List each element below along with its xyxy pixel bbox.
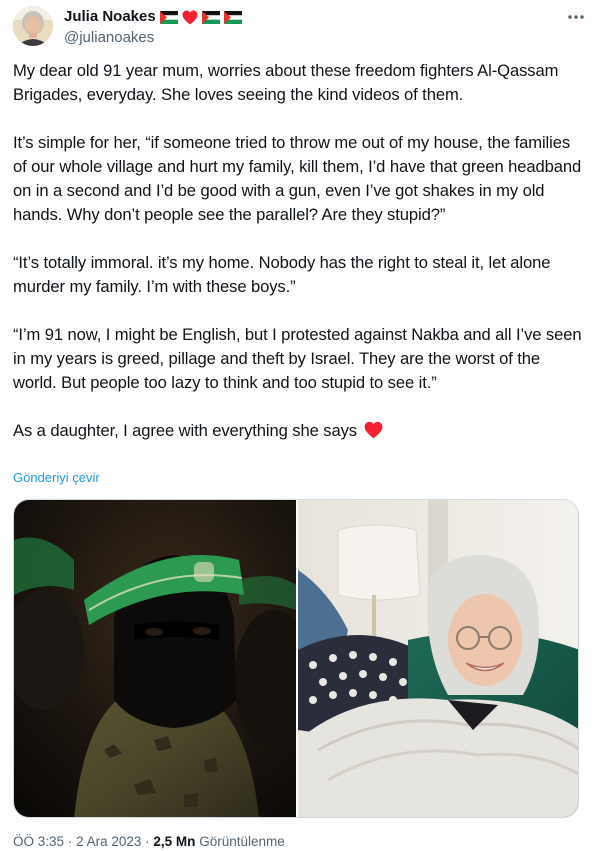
tweet-header: Julia Noakes @julianoakes	[13, 6, 593, 48]
tweet-date[interactable]: 2 Ara 2023	[76, 834, 141, 849]
tweet-meta: ÖÖ 3:35 · 2 Ara 2023 · 2,5 Mn Görüntülen…	[13, 833, 285, 851]
views-label: Görüntülenme	[199, 834, 285, 849]
meta-separator: ·	[145, 834, 150, 849]
tweet-paragraph: “I’m 91 now, I might be English, but I p…	[13, 325, 582, 392]
meta-separator: ·	[67, 834, 73, 849]
tweet-paragraph: “It’s totally immoral. it’s my home. Nob…	[13, 253, 551, 296]
palestine-flag-icon	[223, 10, 242, 24]
palestine-flag-icon	[201, 10, 220, 24]
tweet-paragraph: It’s simple for her, “if someone tried t…	[13, 133, 582, 224]
user-block: Julia Noakes @julianoakes	[64, 8, 242, 48]
avatar[interactable]	[13, 6, 53, 46]
display-name-row: Julia Noakes	[64, 8, 242, 26]
closing-line-text: As a daughter, I agree with everything s…	[13, 421, 357, 440]
more-options-button[interactable]	[565, 8, 587, 26]
views-count: 2,5 Mn	[153, 834, 196, 849]
tweet-text: My dear old 91 year mum, worries about t…	[13, 59, 588, 443]
palestine-flag-icon	[159, 10, 178, 24]
media-image-elderly-woman[interactable]	[298, 500, 578, 817]
tweet-paragraph: My dear old 91 year mum, worries about t…	[13, 61, 559, 104]
media-image-fighter[interactable]	[14, 500, 296, 817]
translate-post-link[interactable]: Gönderiyi çevir	[13, 470, 100, 486]
red-heart-icon	[364, 421, 383, 439]
tweet-media	[13, 499, 579, 818]
tweet-time[interactable]: ÖÖ 3:35	[13, 834, 64, 849]
red-heart-icon	[182, 10, 198, 25]
display-name[interactable]: Julia Noakes	[64, 8, 156, 26]
user-handle[interactable]: @julianoakes	[64, 28, 242, 48]
tweet-closing-line: As a daughter, I agree with everything s…	[13, 419, 588, 443]
more-dots-icon	[568, 15, 584, 19]
